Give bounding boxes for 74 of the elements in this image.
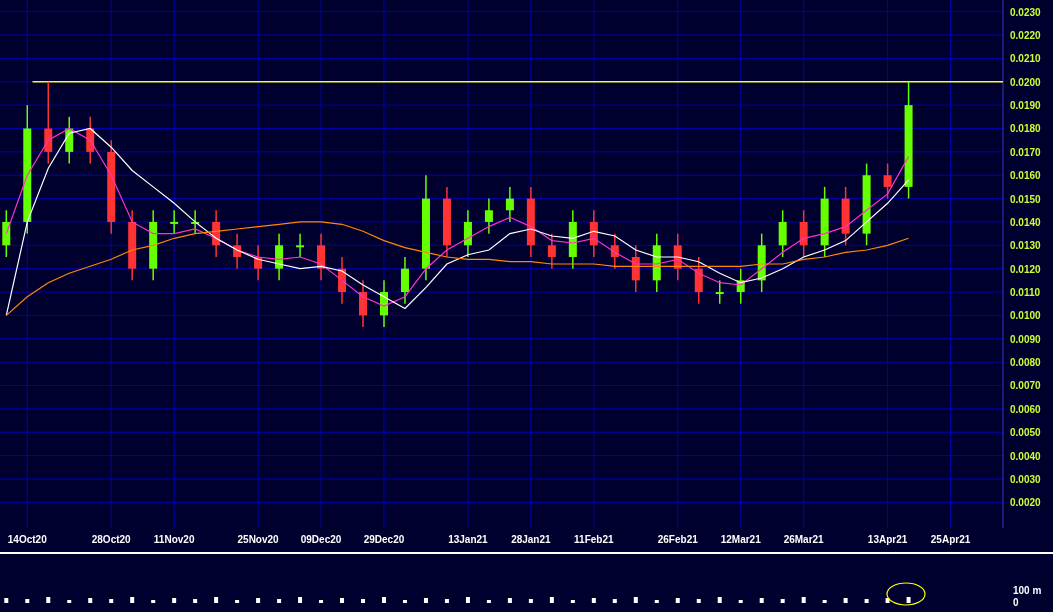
candlestick <box>191 209 200 235</box>
y-axis-label: 0.0070 <box>1010 380 1041 392</box>
y-axis-label: 0.0210 <box>1010 53 1041 65</box>
x-axis-label: 09Dec20 <box>300 534 342 545</box>
y-axis-label: 0.0030 <box>1010 473 1041 485</box>
candlestick <box>463 209 472 258</box>
candlestick <box>275 232 284 282</box>
x-axis-label: 13Apr21 <box>867 534 908 545</box>
x-axis-label: 28Jan21 <box>511 534 551 545</box>
volume-axis-label: 100 m <box>1013 585 1043 596</box>
candlestick <box>736 267 745 305</box>
candlestick <box>442 186 451 258</box>
y-axis-label: 0.0060 <box>1010 403 1041 415</box>
y-axis-label: 0.0020 <box>1010 497 1041 509</box>
candlestick <box>820 186 829 258</box>
candlestick <box>484 197 493 235</box>
x-axis-label: 29Dec20 <box>363 534 405 545</box>
y-axis-label: 0.0100 <box>1010 310 1041 322</box>
y-axis-label: 0.0050 <box>1010 427 1041 439</box>
volume-axis-label: 0 <box>1013 597 1020 608</box>
candlestick <box>65 116 74 165</box>
y-axis-label: 0.0200 <box>1010 76 1041 88</box>
y-axis-label: 0.0180 <box>1010 123 1041 135</box>
candlestick <box>380 279 388 328</box>
y-axis-label: 0.0130 <box>1010 240 1041 252</box>
x-axis-label: 14Oct20 <box>7 534 47 545</box>
candlestick <box>505 186 514 223</box>
y-axis-label: 0.0160 <box>1010 170 1041 182</box>
y-axis-label: 0.0080 <box>1010 357 1041 369</box>
candlestick <box>778 209 787 258</box>
x-axis-label: 26Mar21 <box>783 534 824 545</box>
candlestick <box>694 256 703 305</box>
y-axis-label: 0.0140 <box>1010 216 1041 228</box>
y-axis-label: 0.0090 <box>1010 333 1041 345</box>
candlestick <box>883 162 892 200</box>
x-axis-label: 12Mar21 <box>720 534 761 545</box>
candlestick <box>170 209 179 235</box>
x-axis-label: 11Feb21 <box>574 534 614 545</box>
candlestick <box>317 232 326 282</box>
candlestick <box>589 209 598 258</box>
y-axis-label: 0.0120 <box>1010 263 1041 275</box>
candlestick <box>673 232 682 282</box>
candlestick <box>233 232 242 270</box>
candlestick <box>631 244 640 293</box>
candlestick <box>254 244 263 282</box>
candlestick <box>296 232 305 258</box>
candlestick <box>547 232 556 270</box>
y-axis-label: 0.0110 <box>1010 287 1041 299</box>
candlestick <box>715 279 724 305</box>
candlestick <box>799 209 808 258</box>
candlestick <box>338 256 347 305</box>
candlestick <box>212 209 221 258</box>
y-axis-label: 0.0150 <box>1010 193 1041 205</box>
y-axis-label: 0.0220 <box>1010 30 1041 42</box>
x-axis-label: 26Feb21 <box>657 534 698 545</box>
y-axis-label: 0.0040 <box>1010 450 1041 462</box>
x-axis-label: 28Oct20 <box>91 534 131 545</box>
candlestick <box>526 186 535 258</box>
candlestick <box>610 232 619 270</box>
x-axis-label: 11Nov20 <box>153 534 195 545</box>
candlestick <box>86 116 95 165</box>
x-axis-label: 25Apr21 <box>930 534 971 545</box>
candlestick <box>401 256 409 305</box>
candlestick <box>359 279 367 328</box>
candlestick <box>757 232 766 293</box>
y-axis-label: 0.0190 <box>1010 100 1041 112</box>
x-axis-label: 25Nov20 <box>237 534 279 545</box>
y-axis-label: 0.0230 <box>1010 6 1041 18</box>
candlestick <box>2 209 11 258</box>
candlestick <box>841 186 850 247</box>
candlestick <box>652 232 661 293</box>
x-axis-label: 13Jan21 <box>448 534 488 545</box>
y-axis-label: 0.0170 <box>1010 146 1041 158</box>
candlestick <box>568 209 577 270</box>
